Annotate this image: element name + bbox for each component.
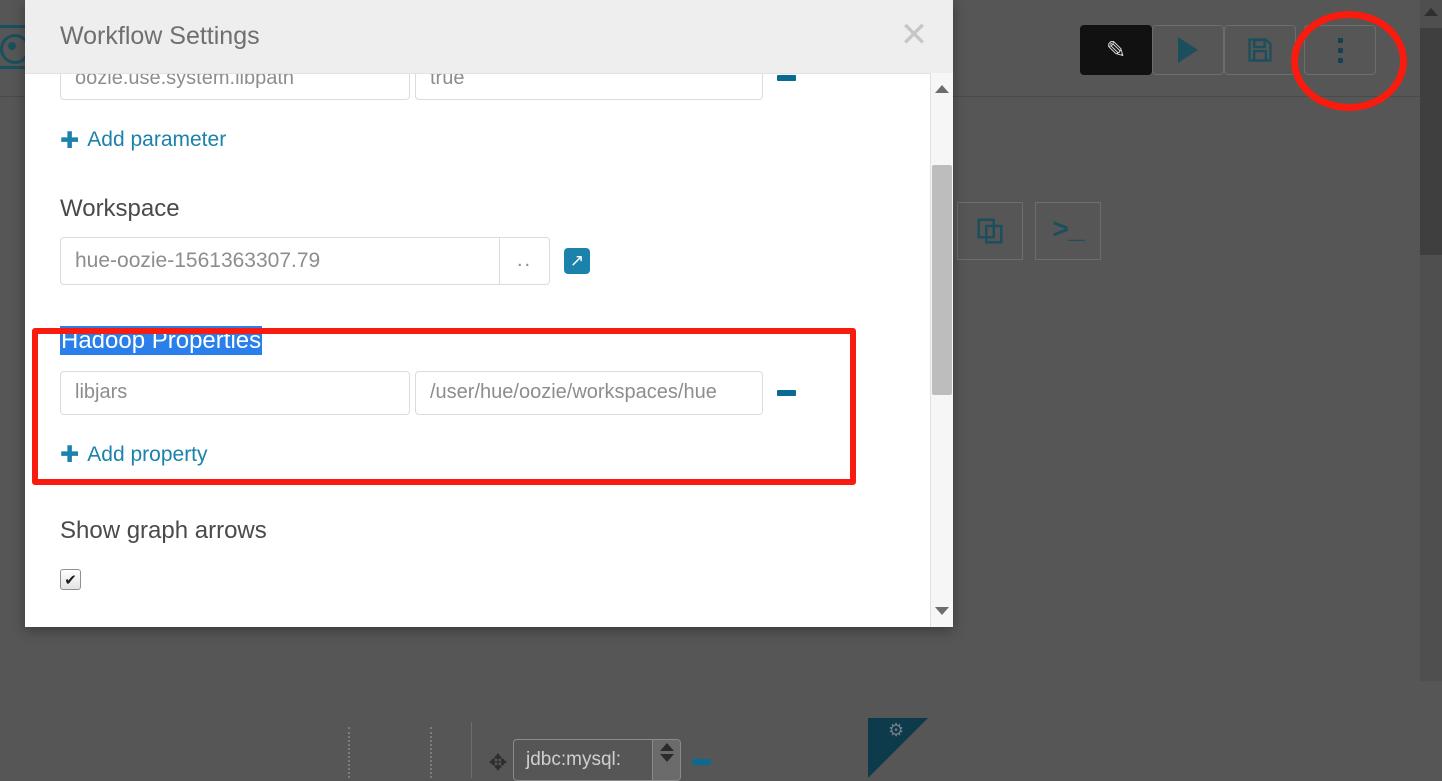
parameter-key-value: oozie.use.system.libpath	[75, 74, 295, 89]
move-handle-icon[interactable]: ✥	[487, 752, 509, 774]
property-value-input[interactable]: /user/hue/oozie/workspaces/hue	[415, 370, 763, 415]
copy-documents-icon	[977, 218, 1003, 244]
workspace-browse-button[interactable]: ..	[500, 236, 550, 285]
save-button[interactable]	[1224, 25, 1296, 75]
hadoop-property-row: libjars /user/hue/oozie/workspaces/hue	[60, 370, 953, 415]
terminal-icon: >_	[1052, 215, 1085, 247]
close-icon[interactable]: ✕	[894, 15, 934, 55]
play-icon	[1178, 37, 1198, 63]
show-graph-arrows-checkbox[interactable]: ✔	[60, 569, 81, 590]
hadoop-properties-label: Hadoop Properties	[60, 325, 263, 355]
kebab-menu-button[interactable]	[1304, 25, 1376, 75]
parameter-value-input[interactable]: true	[415, 74, 763, 100]
remove-jdbc-button[interactable]	[692, 759, 711, 765]
parameter-row: oozie.use.system.libpath true	[60, 74, 953, 100]
workspace-label: Workspace	[60, 194, 180, 222]
page-title: Workflow Settings	[60, 22, 260, 50]
workspace-input[interactable]: hue-oozie-1561363307.79	[60, 236, 500, 285]
add-parameter-label: Add parameter	[87, 128, 227, 151]
jdbc-input[interactable]: jdbc:mysql:	[513, 739, 681, 781]
modal-scrollbar[interactable]	[930, 73, 953, 627]
modal-scroll-up-icon[interactable]	[935, 85, 949, 93]
floppy-disk-icon	[1248, 38, 1272, 62]
edit-button[interactable]: ✎	[1080, 25, 1152, 75]
remove-parameter-button[interactable]	[777, 75, 796, 81]
property-key-value: libjars	[75, 381, 128, 403]
gears-icon: ⚙	[888, 720, 905, 740]
workspace-row: hue-oozie-1561363307.79 .. ↗	[60, 236, 953, 285]
kebab-menu-icon	[1337, 37, 1343, 63]
workspace-value: hue-oozie-1561363307.79	[75, 248, 321, 272]
parameter-key-input[interactable]: oozie.use.system.libpath	[60, 74, 410, 100]
open-workspace-external-icon[interactable]: ↗	[564, 247, 590, 274]
modal-header: Workflow Settings ✕	[25, 0, 953, 74]
record-circle-dot	[8, 42, 16, 50]
parameter-value-text: true	[430, 74, 465, 89]
run-button[interactable]	[1152, 25, 1224, 75]
property-value-text: /user/hue/oozie/workspaces/hue	[430, 381, 717, 403]
shell-button[interactable]: >_	[1035, 202, 1101, 260]
node-separator	[471, 722, 472, 778]
modal-scrollbar-thumb[interactable]	[932, 165, 952, 395]
drop-zone-divider	[348, 727, 350, 778]
spinner-up-icon[interactable]	[659, 743, 674, 751]
modal-body: oozie.use.system.libpath true ✚ Add para…	[25, 74, 953, 627]
modal-scroll-down-icon[interactable]	[935, 607, 949, 615]
pencil-icon: ✎	[1105, 36, 1127, 64]
page-scrollbar-thumb[interactable]	[1420, 28, 1442, 255]
scroll-up-icon[interactable]	[1424, 8, 1438, 16]
drop-zone-divider	[430, 727, 432, 778]
spinner-down-icon[interactable]	[659, 754, 674, 762]
property-key-input[interactable]: libjars	[60, 370, 410, 415]
add-property-label: Add property	[87, 442, 208, 466]
page-scrollbar[interactable]	[1420, 0, 1442, 681]
plus-icon: ✚	[60, 441, 80, 467]
add-property-button[interactable]: ✚ Add property	[60, 443, 208, 467]
copy-button[interactable]	[957, 202, 1023, 260]
jdbc-spinner[interactable]	[652, 740, 680, 780]
remove-property-button[interactable]	[777, 389, 796, 396]
show-graph-arrows-label: Show graph arrows	[60, 517, 267, 544]
workflow-settings-modal: Workflow Settings ✕ oozie.use.system.lib…	[25, 0, 953, 627]
plus-icon: ✚	[60, 126, 80, 153]
add-parameter-button[interactable]: ✚ Add parameter	[60, 128, 226, 152]
jdbc-input-value: jdbc:mysql:	[526, 749, 622, 770]
